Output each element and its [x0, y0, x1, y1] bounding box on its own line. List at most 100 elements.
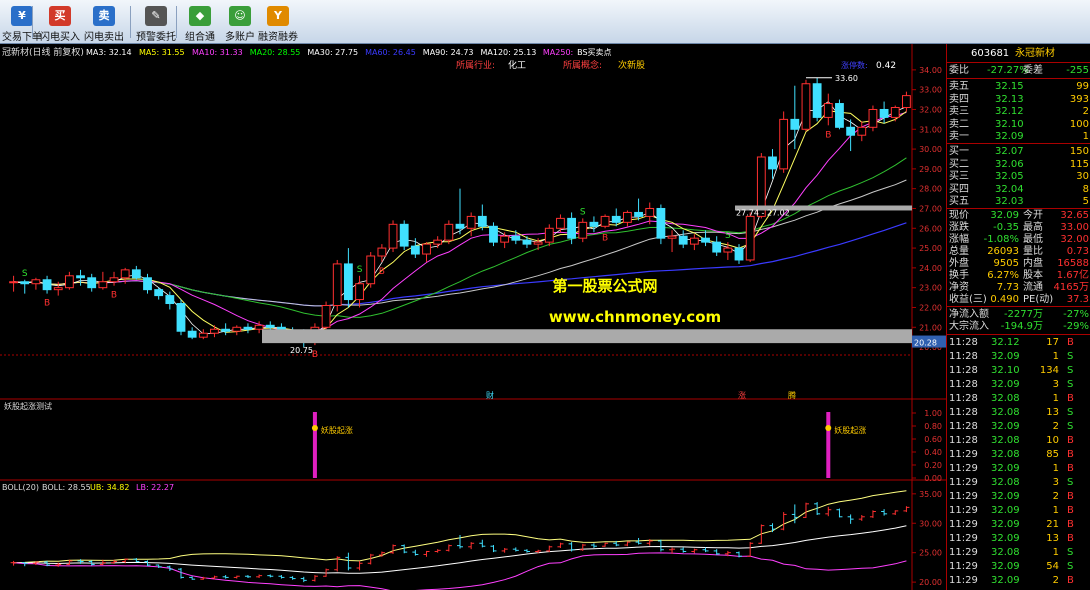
sub1-tick-label: 0.20 [924, 461, 942, 470]
bs-signal: B [111, 291, 117, 301]
tick-price: 32.08 [991, 393, 1020, 404]
sub1-tick-label: 0.40 [924, 448, 942, 457]
toolbar-button-3[interactable]: ✎ 预警委托 [136, 6, 176, 43]
bid-label: 买二 [949, 158, 969, 170]
candle-body [611, 215, 621, 223]
price-tick-label: 33.00 [919, 86, 942, 95]
boll-tick-label: 25.00 [919, 549, 942, 558]
tick-row: 11:28 32.09 2 S [947, 420, 1090, 433]
tick-row: 11:28 32.08 10 B [947, 434, 1090, 447]
tick-price: 32.09 [991, 421, 1020, 432]
event-mark: 财 [486, 390, 494, 400]
chart-title: 冠新材(日线 前复权) [2, 46, 84, 58]
stock-header: 603681 永冠新材 [947, 47, 1090, 60]
candle-body [254, 324, 264, 330]
ask-row: 卖三 32.12 2 [947, 105, 1090, 118]
candle-body [779, 118, 789, 170]
candle-body [332, 263, 342, 306]
candle-body [890, 107, 900, 118]
candle-body [422, 243, 431, 255]
tick-time: 11:29 [949, 575, 978, 586]
high-annotation: 33.60 [835, 74, 858, 83]
tick-price: 32.09 [991, 575, 1020, 586]
tick-row: 11:28 32.09 1 S [947, 350, 1090, 363]
tick-price: 32.09 [991, 505, 1020, 516]
bs-signal: B [825, 130, 831, 140]
concept-label: 所属概念: [563, 59, 602, 71]
candle-body [734, 247, 744, 261]
bs-signal: S [22, 269, 28, 279]
candle-body [857, 126, 867, 136]
boll-value: BOLL: 28.55 [42, 483, 91, 492]
tick-side: B [1067, 519, 1074, 530]
panel-divider [947, 143, 1090, 144]
candle-body [321, 305, 331, 328]
toolbar-button-0[interactable]: ¥ 交易下单 [2, 6, 42, 43]
candle-body [745, 215, 755, 261]
price-tick-label: 22.00 [919, 303, 942, 312]
price-tick-label: 34.00 [919, 66, 942, 75]
tick-price: 32.09 [991, 519, 1020, 530]
tick-row: 11:28 32.09 3 S [947, 378, 1090, 391]
candle-body [823, 103, 833, 118]
toolbar-label: 闪电卖出 [84, 32, 124, 43]
price-tick-label: 30.00 [919, 145, 942, 154]
tick-side: B [1067, 449, 1074, 460]
toolbar: ¥ 交易下单买闪电买入卖闪电卖出 ✎ 预警委托 ◆ 组合通 ☺ 多账户 Y 融资融券 [0, 0, 1090, 44]
candle-body [76, 275, 85, 279]
sub1-tick-label: 0.60 [924, 435, 942, 444]
panel-divider [947, 306, 1090, 307]
tick-price: 32.08 [991, 477, 1020, 488]
candle-body [53, 287, 63, 291]
tick-price: 32.08 [991, 435, 1020, 446]
candle-body [701, 237, 710, 243]
kline-chart: 冠新材(日线 前复权) MA3: 32.14 MA5: 31.55 MA10: 31.… [0, 44, 946, 590]
tick-time: 11:29 [949, 491, 978, 502]
candle-body [377, 247, 387, 257]
price-tick-label: 28.00 [919, 185, 942, 194]
flow-value: -194.9万 [1000, 321, 1043, 332]
bid-volume: 8 [1082, 183, 1089, 195]
tick-row: 11:29 32.09 13 B [947, 532, 1090, 545]
toolbar-button-4[interactable]: ◆ 组合通 [180, 6, 220, 43]
tick-price: 32.12 [991, 337, 1020, 348]
tick-price: 32.08 [991, 407, 1020, 418]
sub1-signal-label: 妖股起涨 [321, 425, 353, 435]
ask-price: 32.09 [995, 131, 1024, 142]
tick-row: 11:29 32.09 21 B [947, 518, 1090, 531]
toolbar-button-2[interactable]: 卖闪电卖出 [84, 6, 124, 43]
ma-indicator-label: MA5: 31.55 [139, 48, 185, 57]
toolbar-button-1[interactable]: 买闪电买入 [40, 6, 80, 43]
tick-row: 11:29 32.08 1 S [947, 546, 1090, 559]
support-band [262, 329, 912, 344]
candle-body [634, 211, 643, 217]
bid-row: 买一 32.07 150 [947, 145, 1090, 158]
bs-signal: B [312, 350, 318, 360]
tick-side: S [1067, 365, 1074, 376]
tick-price: 32.09 [991, 533, 1020, 544]
tick-time: 11:29 [949, 547, 978, 558]
bs-signal: S [580, 207, 586, 217]
candle-body [812, 83, 822, 118]
tick-volume: 2 [1052, 491, 1059, 502]
toolbar-button-5[interactable]: ☺ 多账户 [220, 6, 260, 43]
tick-volume: 17 [1046, 337, 1059, 348]
stat-row: 收益(三) 0.490 PE(动) 37.3 [947, 293, 1090, 306]
candle-body [689, 237, 699, 245]
sub1-signal-bar [826, 412, 831, 478]
tick-volume: 2 [1052, 421, 1059, 432]
tick-volume: 13 [1046, 533, 1059, 544]
tick-time: 11:29 [949, 449, 978, 460]
panel-divider [947, 78, 1090, 79]
tick-volume: 1 [1052, 393, 1059, 404]
limit-count-label: 涨停数: [841, 60, 868, 70]
candle-body [455, 223, 465, 229]
ask-volume: 1 [1082, 131, 1089, 142]
flow-ratio: -29% [1063, 321, 1089, 332]
bid-price: 32.05 [995, 171, 1024, 182]
toolbar-button-6[interactable]: Y 融资融券 [258, 6, 298, 43]
ask-label: 卖四 [949, 93, 969, 105]
tick-time: 11:29 [949, 477, 978, 488]
band-annotation: 27.74 - 27.02 [736, 209, 790, 218]
candle-body [232, 326, 242, 332]
